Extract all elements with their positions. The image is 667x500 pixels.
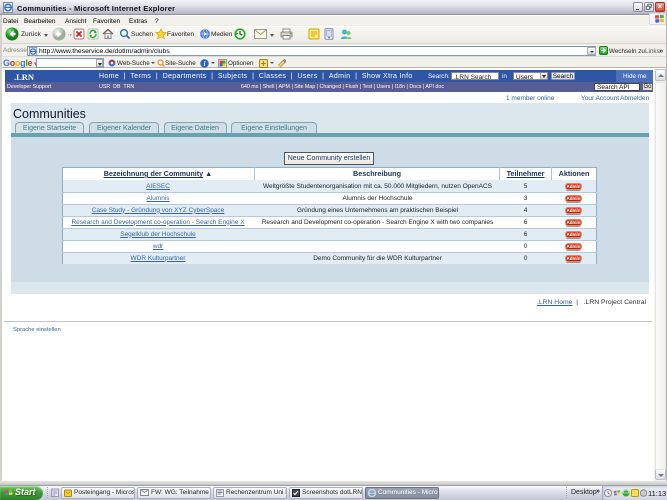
- svg-text:i: i: [204, 60, 206, 68]
